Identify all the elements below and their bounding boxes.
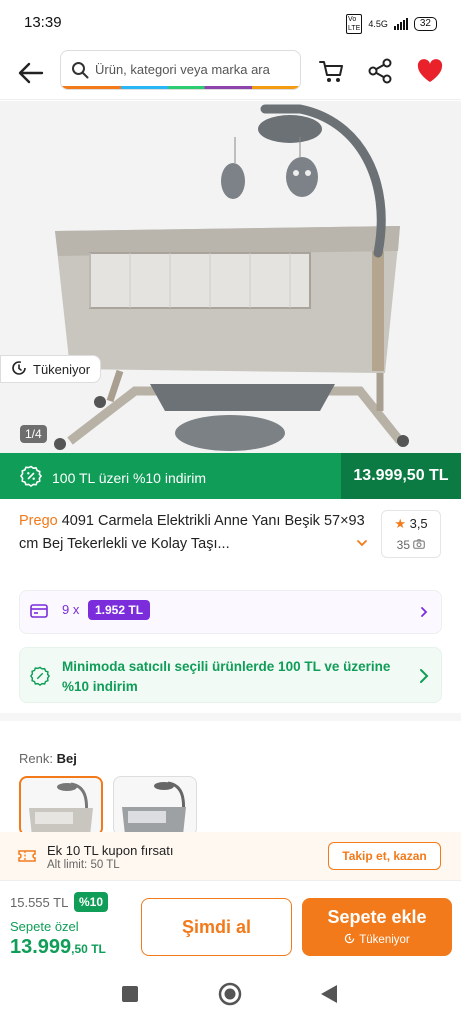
product-title[interactable]: Prego 4091 Carmela Elektrikli Anne Yanı …	[19, 510, 367, 556]
status-time: 13:39	[24, 14, 62, 31]
add-to-cart-label: Sepete ekle	[327, 907, 427, 927]
photo-review-count: 35	[396, 538, 410, 552]
battery-icon: 32	[413, 17, 437, 31]
search-input[interactable]: Ürün, kategori veya marka ara	[60, 50, 301, 90]
bassinet-thumbnail	[29, 782, 93, 834]
follow-and-earn-button[interactable]: Takip et, kazan	[328, 842, 441, 870]
bassinet-thumbnail	[122, 781, 186, 835]
product-image-gallery[interactable]: Tükeniyor 1/4	[0, 101, 461, 453]
heart-icon[interactable]	[415, 56, 445, 86]
chevron-right-icon	[419, 605, 429, 624]
promo-bar: 100 TL üzeri %10 indirim 13.999,50 TL	[0, 453, 461, 499]
rating-row: ★ 3,5	[382, 516, 440, 532]
product-name: 4091 Carmela Elektrikli Anne Yanı Beşik …	[19, 513, 365, 552]
search-color-strip	[61, 86, 300, 89]
installment-row[interactable]: 9 x 1.952 TL	[19, 590, 442, 634]
final-price-main: 13.999	[10, 936, 72, 958]
color-value: Bej	[56, 751, 77, 766]
installment-count: 9 x	[62, 602, 80, 617]
photo-review-row: 35	[382, 538, 440, 552]
add-to-cart-button[interactable]: Sepete ekle Tükeniyor	[302, 898, 452, 956]
clock-arrow-icon	[11, 360, 27, 379]
special-price-label: Sepete özel	[10, 919, 79, 934]
clock-arrow-icon	[344, 933, 355, 947]
color-label-prefix: Renk:	[19, 751, 53, 766]
seller-promo-row[interactable]: Minimoda satıcılı seçili ürünlerde 100 T…	[19, 647, 442, 703]
stock-status-label: Tükeniyor	[33, 361, 91, 377]
ticket-icon	[18, 848, 36, 869]
star-icon: ★	[394, 516, 406, 531]
search-placeholder: Ürün, kategori veya marka ara	[95, 62, 270, 77]
volte-icon: Vo LTE	[346, 14, 363, 34]
share-icon[interactable]	[365, 56, 395, 86]
brand-name[interactable]: Prego	[19, 513, 58, 529]
back-nav-icon[interactable]	[321, 985, 337, 1003]
color-label: Renk: Bej	[19, 751, 77, 766]
section-divider	[0, 713, 461, 721]
bottom-purchase-bar: 15.555 TL %10 Sepete özel 13.999,50 TL Ş…	[0, 880, 461, 964]
status-icons: Vo LTE 4.5G 32	[346, 14, 437, 34]
coupon-title: Ek 10 TL kupon fırsatı	[47, 843, 174, 858]
status-bar: 13:39 Vo LTE 4.5G 32	[0, 0, 461, 48]
add-to-cart-sub-label: Tükeniyor	[359, 934, 410, 946]
promo-price: 13.999,50 TL	[341, 453, 461, 499]
add-to-cart-sub: Tükeniyor	[302, 933, 452, 947]
discount-badge: %10	[74, 892, 109, 912]
installment-amount: 1.952 TL	[88, 600, 151, 620]
color-option-bej[interactable]	[19, 776, 103, 836]
coupon-bar: Ek 10 TL kupon fırsatı Alt limit: 50 TL …	[0, 832, 461, 880]
recents-nav-icon[interactable]	[122, 986, 138, 1002]
credit-card-icon	[30, 603, 48, 624]
system-nav-bar	[0, 964, 461, 1024]
final-price-cents: ,50 TL	[71, 942, 106, 956]
signal-icon	[393, 18, 408, 30]
search-icon	[71, 61, 89, 84]
stock-status-chip: Tükeniyor	[0, 355, 102, 383]
chevron-right-icon	[419, 668, 429, 689]
bassinet-image	[0, 101, 461, 453]
home-nav-icon[interactable]	[218, 982, 242, 1006]
color-option-gri[interactable]	[113, 776, 197, 836]
old-price: 15.555 TL	[10, 895, 69, 910]
rating-value: 3,5	[409, 516, 428, 531]
discount-tag-icon	[20, 465, 43, 490]
promo-text: 100 TL üzeri %10 indirim	[52, 469, 207, 486]
final-price: 13.999,50 TL	[10, 936, 106, 959]
camera-icon	[413, 538, 426, 552]
back-arrow-icon[interactable]	[14, 56, 48, 90]
cart-icon[interactable]	[317, 56, 347, 86]
seller-promo-text: Minimoda satıcılı seçili ürünlerde 100 T…	[62, 659, 391, 694]
network-type: 4.5G	[368, 19, 388, 29]
top-header: Ürün, kategori veya marka ara	[0, 48, 461, 100]
expand-title-chevron-icon[interactable]	[355, 536, 369, 555]
discount-tag-icon	[30, 666, 51, 691]
coupon-subtitle: Alt limit: 50 TL	[47, 859, 120, 871]
rating-box[interactable]: ★ 3,5 35	[381, 510, 441, 558]
image-pager: 1/4	[20, 425, 47, 443]
buy-now-button[interactable]: Şimdi al	[141, 898, 292, 956]
